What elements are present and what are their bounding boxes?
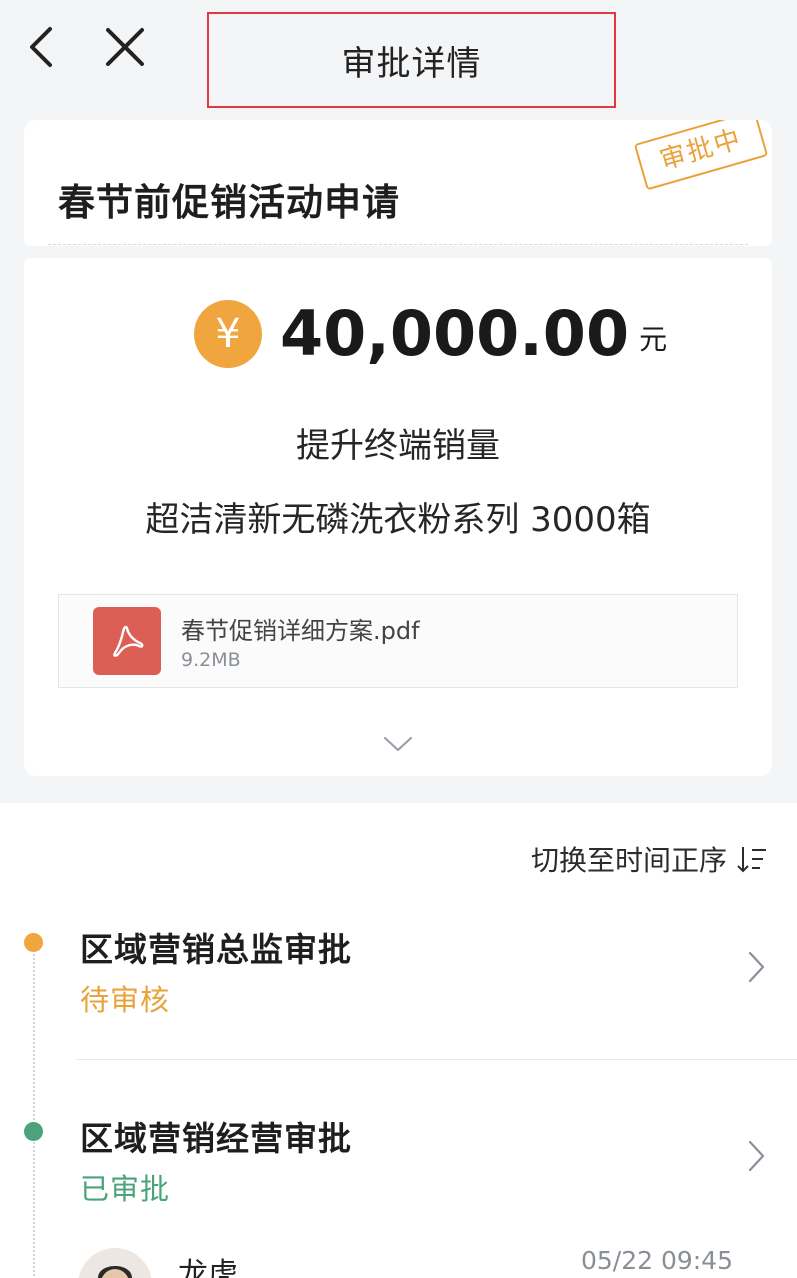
status-stamp: 审批中	[633, 120, 769, 191]
card-divider	[48, 244, 748, 245]
header: 审批详情	[0, 0, 797, 110]
avatar	[78, 1248, 152, 1278]
chevron-left-icon	[30, 27, 52, 67]
title-highlight-box: 审批详情	[207, 12, 616, 108]
sort-order-toggle[interactable]: 切换至时间正序	[531, 839, 769, 879]
amount-row: ¥ 40,000.00 元	[194, 298, 667, 370]
step-status-pending: 待审核	[80, 983, 171, 1017]
page-title: 审批详情	[341, 44, 482, 84]
attachment-file-size: 9.2MB	[181, 649, 241, 671]
approval-timeline: 切换至时间正序 区域营销总监审批 待审核 区域营销经营审批 已审批 龙虎 05/…	[0, 803, 797, 1278]
purpose-text: 提升终端销量	[296, 426, 500, 466]
step-status-done: 已审批	[80, 1172, 171, 1206]
close-icon	[106, 28, 144, 66]
request-title-card: 春节前促销活动申请 审批中	[24, 120, 772, 246]
approve-time: 05/22 09:45	[580, 1246, 733, 1275]
pdf-icon	[93, 607, 161, 675]
step-title[interactable]: 区域营销经营审批	[80, 1112, 352, 1160]
sort-order-label: 切换至时间正序	[530, 844, 727, 877]
close-button[interactable]	[98, 20, 152, 74]
sort-icon	[737, 847, 766, 873]
expand-button[interactable]	[380, 732, 416, 756]
product-text: 超洁清新无磷洗衣粉系列 3000箱	[145, 500, 651, 540]
approver-name: 龙虎	[178, 1257, 238, 1278]
back-button[interactable]	[14, 20, 68, 74]
request-detail-card: ¥ 40,000.00 元 提升终端销量 超洁清新无磷洗衣粉系列 3000箱 春…	[24, 258, 772, 776]
chevron-down-icon	[383, 736, 413, 752]
chevron-right-icon[interactable]	[744, 1138, 768, 1174]
request-title: 春节前促销活动申请	[58, 181, 400, 224]
timeline-line	[33, 943, 35, 1278]
chevron-right-icon[interactable]	[744, 949, 768, 985]
step-title[interactable]: 区域营销总监审批	[80, 923, 352, 971]
amount-unit: 元	[639, 323, 668, 356]
attachment-item[interactable]: 春节促销详细方案.pdf 9.2MB	[58, 594, 738, 688]
step-divider	[77, 1059, 797, 1060]
attachment-file-name: 春节促销详细方案.pdf	[181, 617, 420, 645]
amount-value: 40,000.00	[280, 297, 630, 370]
timeline-dot-pending	[24, 933, 43, 952]
timeline-dot-done	[24, 1122, 43, 1141]
yuan-icon: ¥	[194, 300, 262, 368]
